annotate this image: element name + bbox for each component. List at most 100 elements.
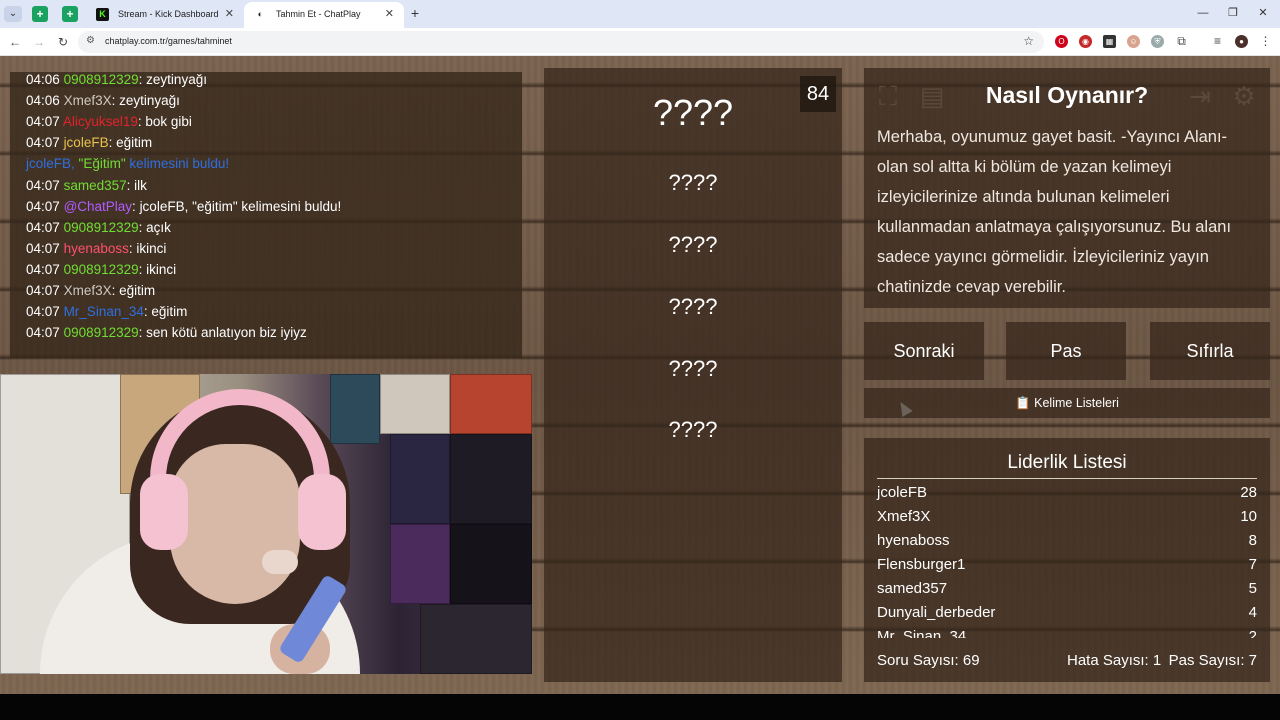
settings-gear-icon[interactable]: ⚙ xyxy=(1228,80,1260,112)
pinned-tab-sheets-icon[interactable]: + xyxy=(32,6,48,22)
taskbar-strip xyxy=(0,694,1280,720)
chat-username[interactable]: Alicyuksel19 xyxy=(63,114,138,129)
chat-panel: 04:06 0908912329: zeytinyağı 04:06 Xmef3X… xyxy=(10,72,522,358)
notes-icon[interactable]: ▤ xyxy=(916,80,948,112)
wall-poster xyxy=(450,374,532,434)
extension-shield-icon[interactable]: ⛨ xyxy=(1151,35,1164,48)
reset-button[interactable]: Sıfırla xyxy=(1150,322,1270,380)
chat-message: 04:07 Xmef3X: eğitim xyxy=(26,283,155,298)
player-score: 5 xyxy=(1248,580,1257,597)
chat-time: 04:06 xyxy=(26,72,60,87)
back-icon[interactable]: ← xyxy=(6,33,24,51)
chat-username[interactable]: samed357 xyxy=(64,178,127,193)
address-bar: ← → ↻ ⚙ chatplay.com.tr/games/tahminet ☆… xyxy=(0,28,1280,56)
pass-button[interactable]: Pas xyxy=(1006,322,1126,380)
chat-time: 04:06 xyxy=(26,93,60,108)
headset-cup xyxy=(140,474,188,550)
chat-message: 04:07 Mr_Sinan_34: eğitim xyxy=(26,304,187,319)
close-tab-icon[interactable]: ✕ xyxy=(385,2,394,26)
chat-message: 04:07 Alicyuksel19: bok gibi xyxy=(26,114,192,129)
chat-username[interactable]: hyenaboss xyxy=(64,241,129,256)
extensions-puzzle-icon[interactable]: ⧉ xyxy=(1175,35,1188,48)
player-score: 4 xyxy=(1248,604,1257,621)
chat-username[interactable]: Xmef3X xyxy=(64,283,112,298)
restore-icon[interactable]: ❐ xyxy=(1218,4,1248,22)
tab-title: Stream - Kick Dashboard xyxy=(118,9,219,19)
close-tab-icon[interactable]: ✕ xyxy=(225,2,234,26)
leaderboard-row: hyenaboss 8 xyxy=(877,532,1257,554)
url-text: chatplay.com.tr/games/tahminet xyxy=(105,36,232,46)
wall-poster xyxy=(390,524,450,604)
chat-username[interactable]: Mr_Sinan_34 xyxy=(64,304,144,319)
chat-username[interactable]: 0908912329 xyxy=(64,262,139,277)
exit-icon[interactable]: ⇥ xyxy=(1184,80,1216,112)
kick-favicon-icon: K xyxy=(96,8,109,21)
chat-text: sen kötü anlatıyon biz iyiyz xyxy=(146,325,307,340)
next-button[interactable]: Sonraki xyxy=(864,322,984,380)
new-tab-icon[interactable]: + xyxy=(406,4,424,22)
chat-message: 04:07 0908912329: ikinci xyxy=(26,262,176,277)
chat-time: 04:07 xyxy=(26,304,60,319)
pinned-tab-sheets-icon[interactable]: + xyxy=(62,6,78,22)
word-lists-button[interactable]: 📋 Kelime Listeleri xyxy=(864,388,1270,418)
close-window-icon[interactable]: ✕ xyxy=(1248,4,1278,22)
error-count: Hata Sayısı: 1 xyxy=(1067,652,1162,669)
chat-message: 04:07 samed357: ilk xyxy=(26,178,147,193)
chat-colon: : xyxy=(111,283,120,298)
chat-username[interactable]: jcoleFB xyxy=(64,135,109,150)
forbidden-word: ???? xyxy=(668,232,718,257)
reading-list-icon[interactable]: ≡ xyxy=(1211,35,1224,48)
chat-text: eğitim xyxy=(119,283,156,298)
chat-username[interactable]: 0908912329 xyxy=(64,72,139,87)
bookmark-star-icon[interactable]: ☆ xyxy=(1023,34,1034,48)
chat-text: ikinci xyxy=(136,241,167,256)
leaderboard-row: jcoleFB 28 xyxy=(877,484,1257,506)
chat-colon: : xyxy=(126,178,135,193)
chat-time: 04:07 xyxy=(26,283,60,298)
url-field[interactable]: ⚙ chatplay.com.tr/games/tahminet ☆ xyxy=(78,31,1044,53)
wall-poster xyxy=(450,524,532,604)
extension-face-icon[interactable]: ☺ xyxy=(1127,35,1140,48)
chat-time: 04:07 xyxy=(26,199,60,214)
site-info-icon[interactable]: ⚙ xyxy=(86,35,95,46)
player-name: hyenaboss xyxy=(877,532,950,549)
chat-username[interactable]: 0908912329 xyxy=(64,220,139,235)
leaderboard-list[interactable]: jcoleFB 28 Xmef3X 10 hyenaboss 8 Flensburger1 7… xyxy=(864,484,1270,638)
wall-poster xyxy=(450,434,532,524)
chat-text: açık xyxy=(146,220,171,235)
browser-menu-icon[interactable]: ⋮ xyxy=(1259,35,1272,48)
main-word: ???? xyxy=(652,92,734,133)
minimize-icon[interactable]: — xyxy=(1188,4,1218,22)
chat-colon: : xyxy=(132,199,140,214)
chat-text: ikinci xyxy=(146,262,177,277)
game-stats: Soru Sayısı: 69 Hata Sayısı: 1 Pas Sayıs… xyxy=(877,652,1257,672)
chat-username[interactable]: 0908912329 xyxy=(64,325,139,340)
reload-icon[interactable]: ↻ xyxy=(54,33,72,51)
divider xyxy=(877,478,1257,479)
chat-time: 04:07 xyxy=(26,178,60,193)
extension-grid-icon[interactable]: ▦ xyxy=(1103,35,1116,48)
chat-time: 04:07 xyxy=(26,114,60,129)
leaderboard-row: Flensburger1 7 xyxy=(877,556,1257,578)
forward-icon[interactable]: → xyxy=(30,33,48,51)
chat-message: 04:07 0908912329: sen kötü anlatıyon biz… xyxy=(26,325,307,340)
chat-username[interactable]: Xmef3X xyxy=(64,93,112,108)
player-name: Flensburger1 xyxy=(877,556,966,573)
tab-search-icon[interactable]: ⌄ xyxy=(4,6,22,22)
system-word: "Eğitim" xyxy=(78,156,126,171)
fullscreen-icon[interactable]: ⛶ xyxy=(872,80,904,112)
how-to-play-panel: ⛶ ▤ Nasıl Oynanır? ⇥ ⚙ Merhaba, oyunumuz… xyxy=(864,68,1270,308)
chat-username[interactable]: @ChatPlay xyxy=(64,199,132,214)
profile-avatar[interactable]: ● xyxy=(1235,35,1248,48)
extension-red-icon[interactable]: ◉ xyxy=(1079,35,1092,48)
player-score: 10 xyxy=(1240,508,1257,525)
chat-time: 04:07 xyxy=(26,220,60,235)
player-name: Xmef3X xyxy=(877,508,931,525)
tab-tahmin-et[interactable]: ◐ Tahmin Et - ChatPlay ✕ xyxy=(244,2,404,28)
player-score: 8 xyxy=(1248,532,1257,549)
leaderboard-row: Dunyali_derbeder 4 xyxy=(877,604,1257,626)
tab-kick-dashboard[interactable]: K Stream - Kick Dashboard ✕ xyxy=(86,2,244,28)
player-name: jcoleFB xyxy=(877,484,928,501)
extension-opera-icon[interactable]: O xyxy=(1055,35,1068,48)
player-name: Dunyali_derbeder xyxy=(877,604,996,621)
